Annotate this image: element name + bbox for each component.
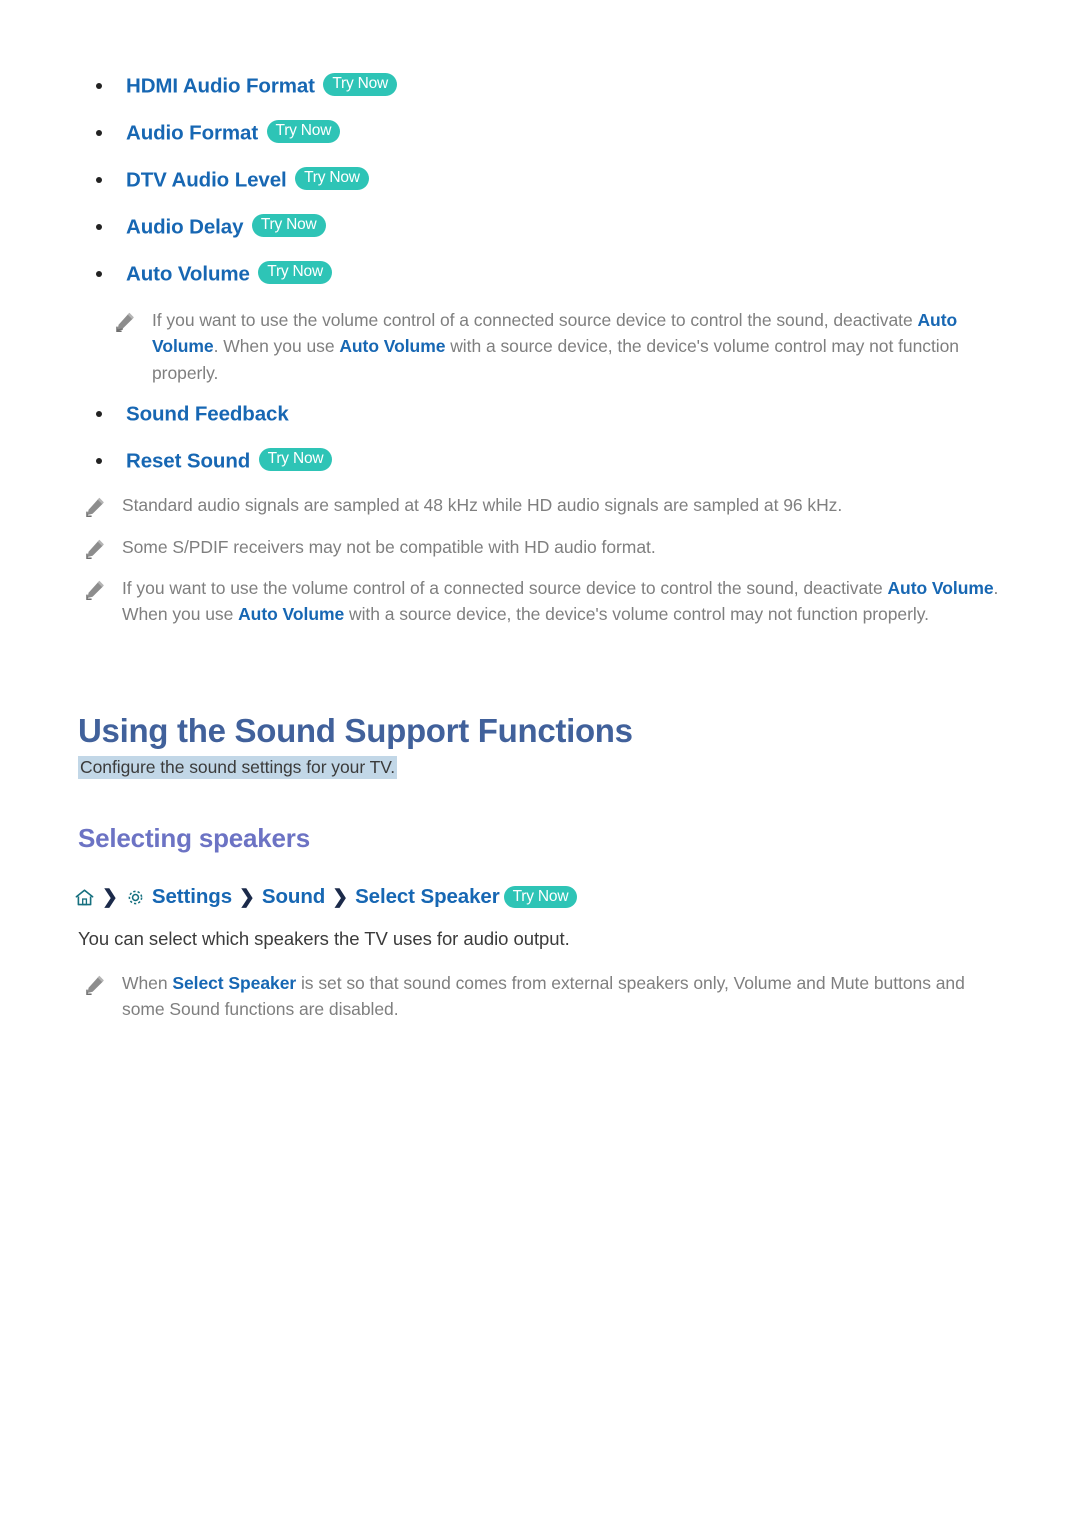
list-item[interactable]: Audio Delay Try Now xyxy=(78,203,998,250)
list-item-label[interactable]: Sound Feedback xyxy=(126,402,289,425)
list-item-label[interactable]: Reset Sound xyxy=(126,449,250,472)
try-now-badge[interactable]: Try Now xyxy=(258,448,333,471)
list-item[interactable]: Audio Format Try Now xyxy=(78,109,998,156)
bullet-dot-icon xyxy=(96,411,102,417)
note-spdif: Some S/PDIF receivers may not be compati… xyxy=(84,534,1000,560)
list-item[interactable]: Sound Feedback xyxy=(78,390,998,437)
note-auto-volume: If you want to use the volume control of… xyxy=(114,307,1000,386)
breadcrumb-settings[interactable]: Settings xyxy=(152,885,232,909)
note-text-part: with a source device, the device's volum… xyxy=(344,604,929,625)
pencil-note-icon xyxy=(84,579,106,601)
try-now-badge[interactable]: Try Now xyxy=(323,73,398,96)
try-now-badge[interactable]: Try Now xyxy=(266,120,341,143)
list-item-label[interactable]: Auto Volume xyxy=(126,262,250,285)
bullet-dot-icon xyxy=(96,224,102,230)
try-now-badge[interactable]: Try Now xyxy=(503,885,578,909)
try-now-badge[interactable]: Try Now xyxy=(251,214,326,237)
home-icon[interactable] xyxy=(74,887,95,908)
list-item[interactable]: Reset Sound Try Now xyxy=(78,437,998,484)
note-text-part: If you want to use the volume control of… xyxy=(122,578,888,598)
note-text: When Select Speaker is set so that sound… xyxy=(122,970,1000,1023)
sound-settings-list: HDMI Audio Format Try Now Audio Format T… xyxy=(78,62,998,297)
note-text: Standard audio signals are sampled at 48… xyxy=(122,495,843,515)
breadcrumb-separator-icon: ❯ xyxy=(239,886,255,908)
section-heading-selecting-speakers: Selecting speakers xyxy=(78,823,310,853)
note-text: If you want to use the volume control of… xyxy=(122,575,1000,628)
inline-link-select-speaker[interactable]: Select Speaker xyxy=(172,973,296,993)
bullet-dot-icon xyxy=(96,271,102,277)
note-select-speaker: When Select Speaker is set so that sound… xyxy=(84,970,1000,1023)
try-now-badge[interactable]: Try Now xyxy=(258,261,332,284)
inline-link-auto-volume[interactable]: Auto Volume xyxy=(339,336,445,356)
breadcrumb-separator-icon: ❯ xyxy=(102,886,118,908)
document-page: HDMI Audio Format Try Now Audio Format T… xyxy=(0,0,1080,1527)
list-item[interactable]: Auto Volume Try Now xyxy=(78,250,998,297)
note-text: Some S/PDIF receivers may not be compati… xyxy=(122,537,656,557)
pencil-note-icon xyxy=(84,538,106,560)
body-paragraph: You can select which speakers the TV use… xyxy=(78,928,570,949)
note-text-part: . When you use xyxy=(213,336,340,357)
list-item[interactable]: DTV Audio Level Try Now xyxy=(78,156,998,203)
bullet-dot-icon xyxy=(96,458,102,464)
list-item-label[interactable]: DTV Audio Level xyxy=(126,168,287,191)
bullet-dot-icon xyxy=(96,83,102,89)
pencil-note-icon xyxy=(84,974,106,996)
breadcrumb-sound[interactable]: Sound xyxy=(262,885,325,909)
note-text: If you want to use the volume control of… xyxy=(152,307,1000,386)
gear-icon[interactable] xyxy=(125,887,146,908)
breadcrumb: ❯ Settings ❯ Sound ❯ Select Speaker Try … xyxy=(74,885,578,909)
list-item[interactable]: HDMI Audio Format Try Now xyxy=(78,62,998,109)
note-sampling-rate: Standard audio signals are sampled at 48… xyxy=(84,492,1000,518)
bullet-dot-icon xyxy=(96,177,102,183)
note-text-part: When xyxy=(122,973,173,993)
list-item-label[interactable]: HDMI Audio Format xyxy=(126,74,315,97)
note-text-part: If you want to use the volume control of… xyxy=(152,310,918,330)
try-now-badge[interactable]: Try Now xyxy=(295,167,369,190)
page-subtitle-highlight: Configure the sound settings for your TV… xyxy=(78,756,398,779)
inline-link-auto-volume[interactable]: Auto Volume xyxy=(887,578,993,598)
sound-settings-list-2: Sound Feedback Reset Sound Try Now xyxy=(78,390,998,484)
inline-link-auto-volume[interactable]: Auto Volume xyxy=(238,604,344,624)
list-item-label[interactable]: Audio Format xyxy=(126,121,258,144)
note-auto-volume-2: If you want to use the volume control of… xyxy=(84,575,1000,628)
bullet-dot-icon xyxy=(96,130,102,136)
list-item-label[interactable]: Audio Delay xyxy=(126,215,243,238)
breadcrumb-separator-icon: ❯ xyxy=(332,886,349,908)
breadcrumb-select-speaker[interactable]: Select Speaker xyxy=(355,885,500,909)
pencil-note-icon xyxy=(84,496,106,518)
page-subtitle: Configure the sound settings for your TV… xyxy=(78,756,398,779)
page-title: Using the Sound Support Functions xyxy=(78,712,633,749)
pencil-note-icon xyxy=(114,311,136,333)
